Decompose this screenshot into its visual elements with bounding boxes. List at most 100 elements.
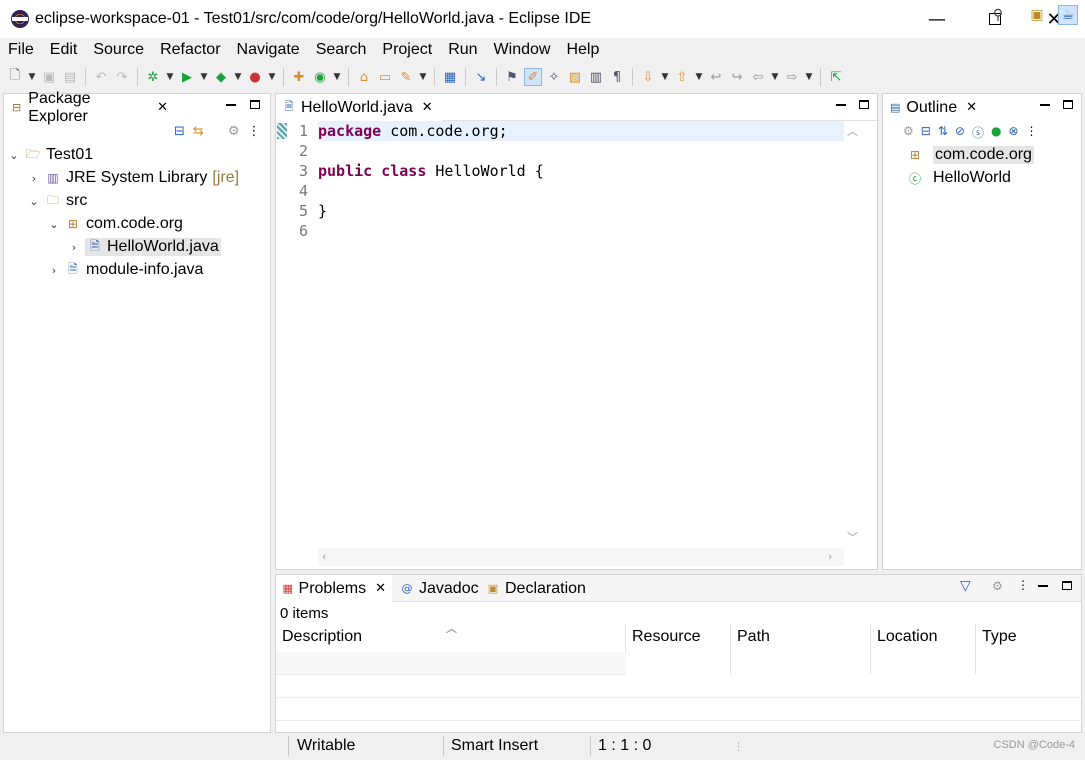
tab-helloworld-java[interactable]: 🗎 HelloWorld.java ✕ (276, 94, 442, 121)
collapse-all-icon[interactable]: ⊟ (921, 124, 931, 141)
coverage-dropdown-icon[interactable]: ▼ (233, 68, 243, 86)
menu-edit[interactable]: Edit (42, 41, 86, 59)
forward-icon[interactable]: ⇨ (783, 68, 801, 86)
horizontal-scrollbar[interactable]: ‹ › (318, 548, 844, 566)
scroll-right-icon[interactable]: › (828, 550, 832, 563)
coverage-icon[interactable]: ◆ (212, 68, 230, 86)
open-type-icon[interactable]: ⌂ (355, 68, 373, 86)
tab-problems[interactable]: ▦ Problems ✕ (276, 575, 392, 602)
search-dropdown-icon[interactable]: ▼ (418, 68, 428, 86)
scroll-up-icon[interactable]: ︿ (847, 123, 858, 139)
filters-icon[interactable]: ⚙ (228, 124, 240, 139)
view-menu-icon[interactable]: ⋮ (1017, 578, 1029, 592)
chevron-down-icon[interactable]: ⌄ (8, 149, 20, 162)
word-wrap-icon[interactable]: ▧ (566, 68, 584, 86)
scroll-left-icon[interactable]: ‹ (322, 550, 326, 563)
code-content[interactable]: package com.code.org; public class Hello… (318, 121, 844, 241)
external-tools-dropdown-icon[interactable]: ▼ (267, 68, 277, 86)
close-tab-icon[interactable]: ✕ (157, 100, 168, 115)
maximize-view-icon[interactable] (859, 98, 869, 109)
scroll-down-icon[interactable]: ﹀ (847, 529, 858, 545)
tree-item-jre[interactable]: › ▥ JRE System Library [jre] (28, 167, 239, 189)
previous-annotation-dropdown-icon[interactable]: ▼ (694, 68, 704, 86)
next-annotation-icon[interactable]: ⇩ (639, 68, 657, 86)
minimize-view-icon[interactable] (226, 98, 236, 106)
chevron-down-icon[interactable]: ⌄ (48, 218, 60, 231)
save-all-icon[interactable]: ▤ (61, 68, 79, 86)
code-line-4[interactable] (318, 181, 844, 201)
maximize-view-icon[interactable] (1062, 579, 1072, 590)
java-perspective-icon[interactable]: ☕ (1058, 5, 1078, 25)
forward-edit-icon[interactable]: ↪ (728, 68, 746, 86)
tab-javadoc[interactable]: @ Javadoc (394, 575, 485, 602)
minimize-button[interactable]: — (908, 0, 966, 38)
code-line-3[interactable]: public class HelloWorld { (318, 161, 844, 181)
tree-item-src[interactable]: ⌄ 🗀 src (28, 190, 87, 212)
tree-item-package[interactable]: ⌄ ⊞ com.code.org (48, 213, 183, 235)
chevron-down-icon[interactable]: ⌄ (28, 195, 40, 208)
menu-help[interactable]: Help (558, 41, 607, 59)
outline-item-class[interactable]: ⓒ HelloWorld (907, 167, 1011, 189)
last-edit-location-icon[interactable]: ↩ (707, 68, 725, 86)
chevron-right-icon[interactable]: › (28, 172, 40, 185)
code-line-6[interactable] (318, 221, 844, 241)
show-source-icon[interactable]: ▥ (587, 68, 605, 86)
open-folder-icon[interactable]: ▭ (376, 68, 394, 86)
status-insert-mode[interactable]: Smart Insert (451, 737, 538, 755)
hide-static-icon[interactable]: ⓢ (972, 124, 984, 141)
status-cursor-position[interactable]: 1 : 1 : 0 (598, 737, 651, 755)
view-menu-icon[interactable]: ⋮ (247, 124, 260, 139)
debug-dropdown-icon[interactable]: ▼ (165, 68, 175, 86)
tree-item-project[interactable]: ⌄ 🗁 Test01 (8, 144, 93, 166)
column-type[interactable]: Type (976, 624, 1083, 674)
menu-navigate[interactable]: Navigate (229, 41, 308, 59)
minimize-view-icon[interactable] (1040, 98, 1050, 106)
menu-refactor[interactable]: Refactor (152, 41, 228, 59)
sort-icon[interactable]: ⇅ (938, 124, 948, 141)
selected-item[interactable]: 🗎 HelloWorld.java (85, 238, 221, 256)
back-icon[interactable]: ⇦ (749, 68, 767, 86)
open-console-icon[interactable]: ▦ (441, 68, 459, 86)
hide-local-types-icon[interactable]: ⊗ (1008, 124, 1018, 141)
tree-item-helloworld[interactable]: › 🗎 HelloWorld.java (68, 236, 221, 258)
search-icon[interactable]: ⚲ (988, 5, 1008, 25)
new-java-class-icon[interactable]: ◉ (311, 68, 329, 86)
tab-declaration[interactable]: ▣ Declaration (480, 575, 592, 602)
menu-window[interactable]: Window (486, 41, 559, 59)
column-resource[interactable]: Resource (626, 624, 731, 674)
new-java-project-icon[interactable]: ✚ (290, 68, 308, 86)
link-with-editor-icon[interactable]: ⇆ (193, 124, 204, 139)
search-flashlight-icon[interactable]: ✎ (397, 68, 415, 86)
menu-project[interactable]: Project (374, 41, 440, 59)
next-annotation-dropdown-icon[interactable]: ▼ (660, 68, 670, 86)
close-tab-icon[interactable]: ✕ (966, 100, 977, 115)
tab-outline[interactable]: ▤ Outline ✕ (883, 94, 983, 121)
code-line-5[interactable]: } (318, 201, 844, 221)
run-dropdown-icon[interactable]: ▼ (199, 68, 209, 86)
redo-icon[interactable]: ↷ (113, 68, 131, 86)
chevron-right-icon[interactable]: › (68, 241, 80, 254)
maximize-view-icon[interactable] (1063, 98, 1073, 109)
focus-icon[interactable]: ⚙ (903, 124, 914, 141)
collapse-all-icon[interactable]: ⊟ (174, 124, 185, 139)
save-icon[interactable]: ▣ (40, 68, 58, 86)
outline-item-package[interactable]: ⊞ com.code.org (907, 144, 1034, 166)
close-tab-icon[interactable]: ✕ (422, 100, 433, 115)
run-icon[interactable]: ▶ (178, 68, 196, 86)
view-menu-icon[interactable]: ⋮ (1026, 124, 1038, 141)
maximize-view-icon[interactable] (250, 98, 260, 109)
pin-editor-icon[interactable]: ⇱ (827, 68, 845, 86)
code-line-1[interactable]: package com.code.org; (318, 121, 844, 141)
focus-icon[interactable]: ⚙ (992, 579, 1003, 593)
tree-item-module-info[interactable]: › 🗎 module-info.java (48, 259, 204, 281)
previous-annotation-icon[interactable]: ⇧ (673, 68, 691, 86)
block-selection-icon[interactable]: ✧ (545, 68, 563, 86)
skip-breakpoints-icon[interactable]: ↘ (472, 68, 490, 86)
new-dropdown-icon[interactable]: ▼ (27, 68, 37, 86)
close-tab-icon[interactable]: ✕ (375, 581, 386, 596)
status-drag-handle-icon[interactable]: ⋮ (733, 740, 744, 753)
code-line-2[interactable] (318, 141, 844, 161)
mark-occurrences-icon[interactable]: ✐ (524, 68, 542, 86)
chevron-right-icon[interactable]: › (48, 264, 60, 277)
undo-icon[interactable]: ↶ (92, 68, 110, 86)
